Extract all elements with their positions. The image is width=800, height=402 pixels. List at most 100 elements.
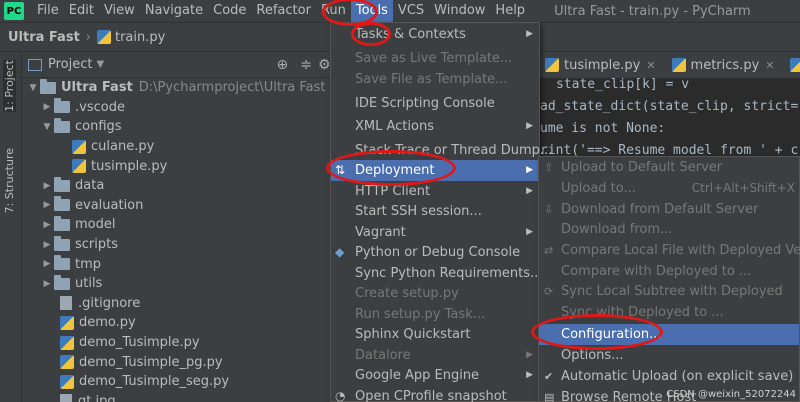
deploy-sync-with-deployed[interactable]: Sync with Deployed to ... <box>539 302 799 323</box>
tree-row-gt[interactable]: gt.jpg <box>22 392 342 402</box>
menu-navigate[interactable]: Navigate <box>140 0 208 22</box>
tree-row-configs[interactable]: ▼ configs <box>22 117 342 137</box>
deploy-compare-deployed-to[interactable]: Compare with Deployed to ... <box>539 261 799 282</box>
code-line: state_clip[k] = v <box>556 77 690 92</box>
menu-code[interactable]: Code <box>208 0 251 22</box>
tree-row-tmp[interactable]: ▶ tmp <box>22 254 342 274</box>
tree-row-demo-tusimple[interactable]: demo_Tusimple.py <box>22 333 342 353</box>
tree-row-utils[interactable]: ▶ utils <box>22 274 342 294</box>
settings-gear-icon[interactable]: ⚙ <box>318 57 331 73</box>
tools-vagrant[interactable]: Vagrant ▶ <box>331 222 539 243</box>
image-file-icon <box>60 394 72 402</box>
tree-row-culane[interactable]: culane.py <box>22 137 342 157</box>
folder-icon <box>54 255 70 271</box>
python-file-icon <box>60 315 74 330</box>
collapse-arrow-icon[interactable]: ▶ <box>40 279 54 289</box>
tools-open-cprofile[interactable]: ◔ Open CProfile snapshot <box>331 386 539 402</box>
tree-row-gitignore[interactable]: .gitignore <box>22 294 342 314</box>
collapse-arrow-icon[interactable]: ▶ <box>40 240 54 250</box>
upload-icon: ⇧ <box>544 160 554 174</box>
expand-arrow-icon[interactable]: ▼ <box>40 122 54 132</box>
checkmark-icon: ✔ <box>544 369 554 383</box>
collapse-arrow-icon[interactable]: ▶ <box>40 181 54 191</box>
deploy-download-from[interactable]: Download from... <box>539 219 799 240</box>
tools-ide-scripting-console[interactable]: IDE Scripting Console <box>331 93 539 114</box>
tools-start-ssh[interactable]: Start SSH session... <box>331 201 539 222</box>
deploy-configuration[interactable]: Configuration... <box>539 324 799 345</box>
collapse-all-icon[interactable]: ≑ <box>300 57 312 73</box>
submenu-arrow-icon: ▶ <box>526 165 533 176</box>
close-icon[interactable]: ✕ <box>646 59 655 72</box>
tools-tasks-contexts[interactable]: Tasks & Contexts ▶ <box>331 24 539 45</box>
deploy-compare-local[interactable]: ⇄Compare Local File with Deployed Versio… <box>539 240 800 261</box>
tools-run-setup-task[interactable]: Run setup.py Task... <box>331 304 539 325</box>
folder-icon <box>54 215 70 231</box>
menu-window[interactable]: Window <box>429 0 490 22</box>
remote-host-icon: ▤ <box>544 390 555 402</box>
deployment-icon: ⇅ <box>335 163 346 178</box>
collapse-arrow-icon[interactable]: ▶ <box>40 259 54 269</box>
tree-row-data[interactable]: ▶ data <box>22 176 342 196</box>
tree-row-tusimple[interactable]: tusimple.py <box>22 156 342 176</box>
tools-python-console[interactable]: ◆ Python or Debug Console <box>331 242 539 263</box>
menu-edit[interactable]: Edit <box>64 0 99 22</box>
menu-tools[interactable]: Tools <box>350 0 393 22</box>
tools-http-client[interactable]: HTTP Client ▶ <box>331 181 539 202</box>
tools-deployment[interactable]: ⇅ Deployment ▶ <box>331 160 539 181</box>
deploy-automatic-upload[interactable]: ✔ Automatic Upload (on explicit save) <box>539 366 799 387</box>
tools-xml-actions[interactable]: XML Actions ▶ <box>331 116 539 137</box>
download-icon: ⇩ <box>544 202 554 216</box>
menu-help[interactable]: Help <box>490 0 530 22</box>
python-file-icon <box>60 335 74 350</box>
submenu-arrow-icon: ▶ <box>526 350 533 361</box>
breadcrumb-separator-icon: › <box>85 29 91 45</box>
collapse-arrow-icon[interactable]: ▶ <box>40 200 54 210</box>
tree-row-root[interactable]: ▼ Ultra Fast D:\Pycharmproject\Ultra Fas… <box>22 78 342 98</box>
deploy-upload-to[interactable]: Upload to... Ctrl+Alt+Shift+X <box>539 178 799 199</box>
collapse-arrow-icon[interactable]: ▶ <box>40 102 54 112</box>
deployment-submenu: ⇧ Upload to Default Server Upload to... Ct… <box>538 156 800 402</box>
chevron-down-icon[interactable]: ▼ <box>96 59 104 70</box>
tools-save-file-template[interactable]: Save File as Template... <box>331 69 539 90</box>
menu-refactor[interactable]: Refactor <box>251 0 316 22</box>
close-icon[interactable]: ✕ <box>765 59 774 72</box>
project-tool-tab[interactable]: 1: Project <box>3 60 16 112</box>
structure-tool-tab[interactable]: 7: Structure <box>3 148 16 213</box>
folder-icon <box>40 78 56 94</box>
python-file-icon <box>545 58 559 72</box>
deploy-upload-default[interactable]: ⇧ Upload to Default Server <box>539 157 799 178</box>
submenu-arrow-icon: ▶ <box>526 121 533 132</box>
tools-sync-requirements[interactable]: Sync Python Requirements... <box>331 263 542 284</box>
window-title: Ultra Fast - train.py - PyCharm <box>554 3 751 19</box>
expand-arrow-icon[interactable]: ▼ <box>26 83 40 93</box>
tree-row-demo-tusimple-seg[interactable]: demo_Tusimple_seg.py <box>22 372 342 392</box>
folder-icon <box>54 98 70 114</box>
menu-view[interactable]: View <box>99 0 140 22</box>
project-view-title[interactable]: Project <box>48 57 92 72</box>
menu-vcs[interactable]: VCS <box>393 0 429 22</box>
breadcrumb-project[interactable]: Ultra Fast <box>8 30 80 45</box>
tree-row-evaluation[interactable]: ▶ evaluation <box>22 196 342 216</box>
tree-row-demo-tusimple-pg[interactable]: demo_Tusimple_pg.py <box>22 352 342 372</box>
tools-create-setup[interactable]: Create setup.py <box>331 283 539 304</box>
tree-row-model[interactable]: ▶ model <box>22 215 342 235</box>
collapse-arrow-icon[interactable]: ▶ <box>40 220 54 230</box>
tree-row-demo[interactable]: demo.py <box>22 313 342 333</box>
python-file-icon <box>60 355 74 370</box>
locate-icon[interactable]: ⊕ <box>277 57 289 73</box>
folder-icon <box>54 196 70 212</box>
menu-run[interactable]: Run <box>316 0 351 22</box>
deploy-options[interactable]: Options... <box>539 345 799 366</box>
menu-file[interactable]: File <box>32 0 64 22</box>
tools-sphinx-quickstart[interactable]: Sphinx Quickstart <box>331 324 539 345</box>
tools-stack-trace[interactable]: Stack Trace or Thread Dump... <box>331 140 552 161</box>
tree-row-scripts[interactable]: ▶ scripts <box>22 235 342 255</box>
breadcrumb-file[interactable]: train.py <box>115 30 165 45</box>
deploy-sync-local-subtree[interactable]: ⟳ Sync Local Subtree with Deployed <box>539 281 799 302</box>
tools-save-live-template[interactable]: Save as Live Template... <box>331 48 539 69</box>
deploy-download-default[interactable]: ⇩ Download from Default Server <box>539 199 799 220</box>
tools-datalore[interactable]: Datalore ▶ <box>331 345 539 366</box>
code-view[interactable]: state_clip[k] = v ad_state_dict(state_cl… <box>540 74 798 162</box>
tree-row-vscode[interactable]: ▶ .vscode <box>22 98 342 118</box>
tools-google-app-engine[interactable]: Google App Engine ▶ <box>331 365 539 386</box>
